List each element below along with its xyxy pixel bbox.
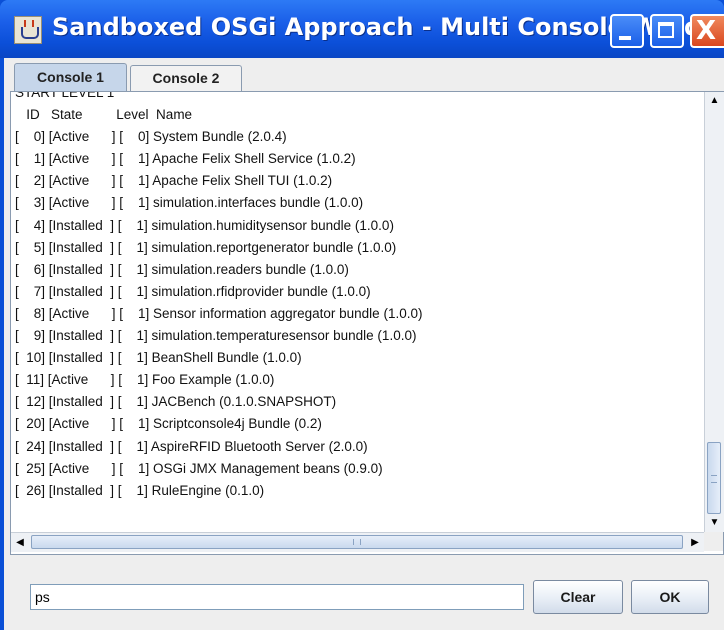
console-line: [ 5] [Installed ] [ 1] simulation.report… (15, 239, 397, 255)
console-line: [ 0] [Active ] [ 0] System Bundle (2.0.4… (15, 129, 287, 145)
console-line: [ 7] [Installed ] [ 1] simulation.rfidpr… (15, 283, 371, 299)
console-line: [ 12] [Installed ] [ 1] JACBench (0.1.0.… (15, 394, 337, 410)
title-bar[interactable]: Sandboxed OSGi Approach - Multi Console … (0, 0, 724, 58)
console-line: [ 9] [Installed ] [ 1] simulation.temper… (15, 328, 417, 344)
console-line: [ 2] [Active ] [ 1] Apache Felix Shell T… (15, 173, 333, 189)
console-line: [ 1] [Active ] [ 1] Apache Felix Shell S… (15, 151, 356, 167)
console-line: [ 11] [Active ] [ 1] Foo Example (1.0.0) (15, 372, 275, 388)
horizontal-scrollbar[interactable]: ◀ ▶ (11, 532, 704, 552)
scroll-up-arrow-icon[interactable]: ▲ (705, 92, 724, 110)
maximize-icon (658, 22, 674, 38)
console-line: [ 20] [Active ] [ 1] Scriptconsole4j Bun… (15, 416, 322, 432)
tab-console-2[interactable]: Console 2 (130, 65, 242, 91)
console-line: START LEVEL 1 (15, 92, 115, 100)
console-line: [ 10] [Installed ] [ 1] BeanShell Bundle… (15, 350, 302, 366)
maximize-button[interactable] (650, 14, 684, 48)
app-window: Sandboxed OSGi Approach - Multi Console … (0, 0, 724, 630)
console-line: ID State Level Name (15, 107, 193, 123)
console-line: [ 25] [Active ] [ 1] OSGi JMX Management… (15, 460, 383, 476)
vertical-scrollbar[interactable]: ▲ ▼ (704, 92, 724, 532)
console-line: [ 24] [Installed ] [ 1] AspireRFID Bluet… (15, 438, 368, 454)
console-lines: START LEVEL 1 ID State Level Name [ 0] [A… (15, 92, 422, 524)
minimize-button[interactable] (610, 14, 644, 48)
minimize-icon (619, 36, 631, 40)
java-cup-icon[interactable] (14, 16, 42, 44)
close-icon: X (696, 16, 717, 46)
scroll-corner (704, 532, 723, 551)
ok-button[interactable]: OK (631, 580, 709, 614)
window-content: Console 1 Console 2 START LEVEL 1 ID Sta… (4, 58, 724, 630)
scroll-left-arrow-icon[interactable]: ◀ (11, 533, 29, 552)
command-input[interactable] (30, 584, 524, 610)
console-panel: START LEVEL 1 ID State Level Name [ 0] [A… (10, 91, 724, 555)
console-line: [ 26] [Installed ] [ 1] RuleEngine (0.1.… (15, 482, 265, 498)
console-line: [ 6] [Installed ] [ 1] simulation.reader… (15, 261, 349, 277)
vertical-scroll-thumb[interactable] (707, 442, 721, 514)
console-line: [ 8] [Active ] [ 1] Sensor information a… (15, 305, 423, 321)
console-line: [ 3] [Active ] [ 1] simulation.interface… (15, 195, 364, 211)
horizontal-scroll-thumb[interactable] (31, 535, 683, 549)
scroll-right-arrow-icon[interactable]: ▶ (686, 533, 704, 552)
close-button[interactable]: X (690, 14, 724, 48)
console-output[interactable]: START LEVEL 1 ID State Level Name [ 0] [A… (11, 92, 704, 532)
clear-button[interactable]: Clear (533, 580, 623, 614)
ok-button-label: OK (659, 589, 681, 605)
console-line: [ 4] [Installed ] [ 1] simulation.humidi… (15, 217, 394, 233)
tab-console-1[interactable]: Console 1 (14, 63, 127, 91)
scroll-down-arrow-icon[interactable]: ▼ (705, 514, 724, 532)
